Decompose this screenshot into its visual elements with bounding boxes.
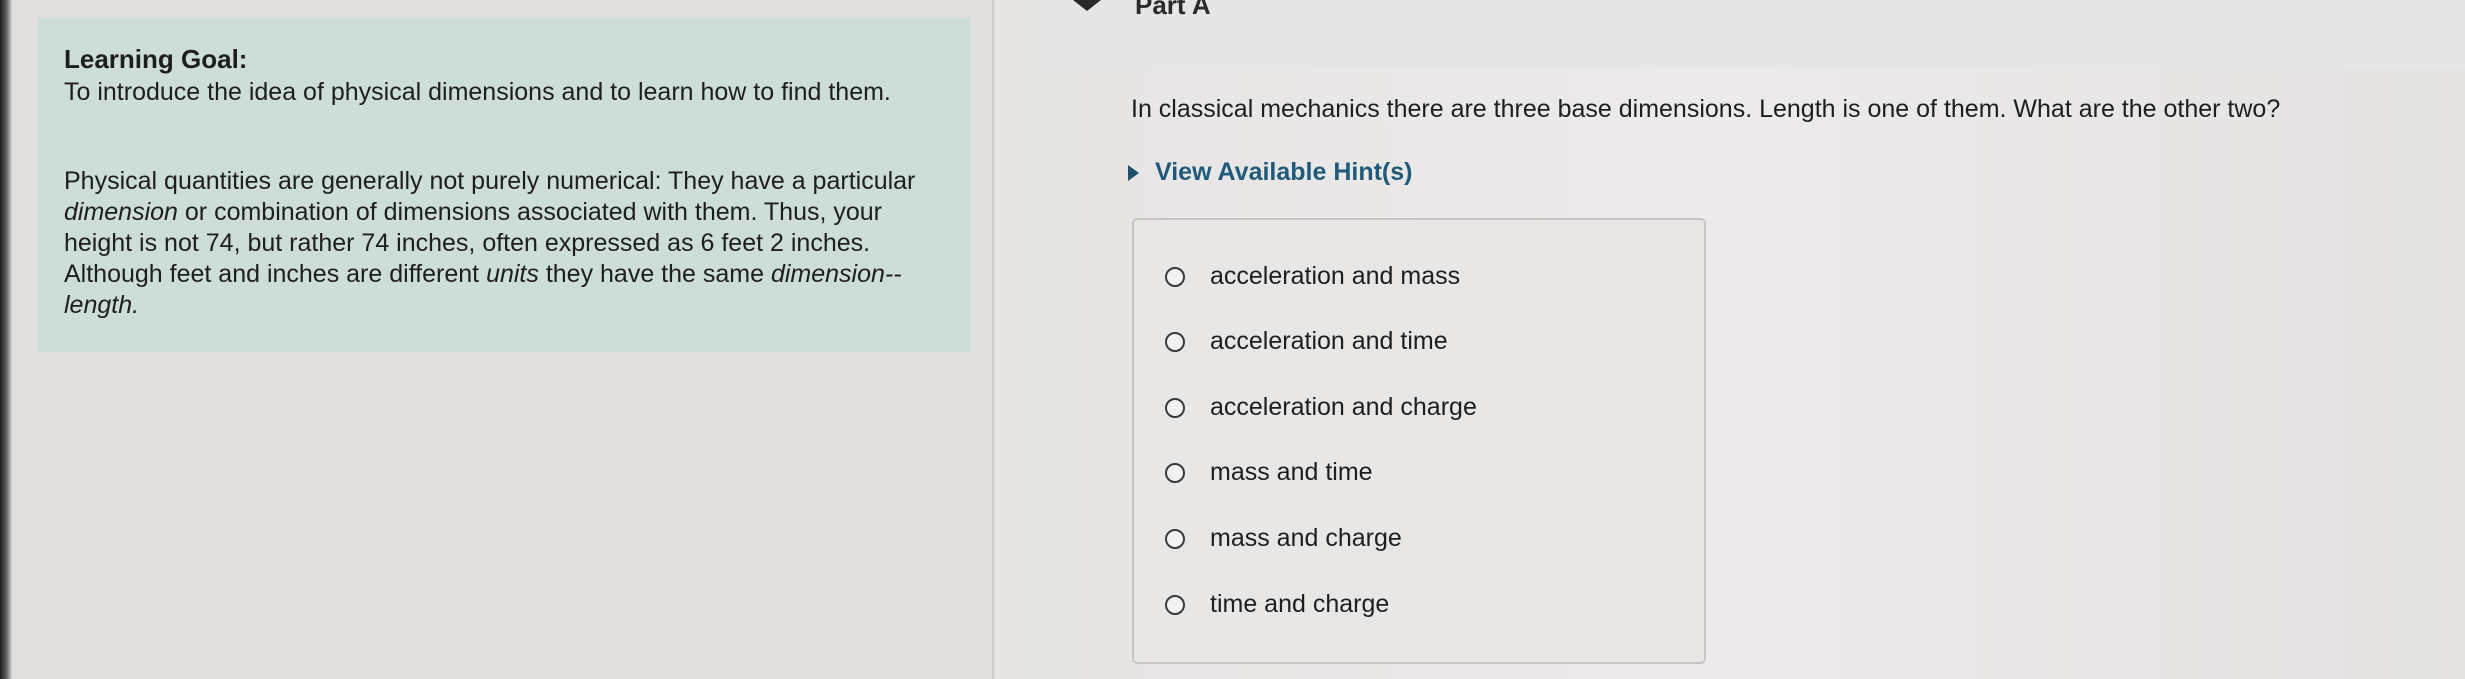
caret-right-icon (1128, 164, 1139, 181)
view-hints-toggle[interactable]: View Available Hint(s) (1128, 158, 1412, 187)
learning-goal-title: Learning Goal: (64, 44, 248, 74)
answer-choice-label[interactable]: mass and charge (1210, 524, 1402, 553)
answer-choice[interactable]: time and charge (1165, 590, 1389, 619)
body-text: they have the same (538, 260, 771, 288)
radio-icon[interactable] (1165, 266, 1185, 287)
body-emphasis-dimension: dimension (64, 198, 178, 226)
answer-choice[interactable]: mass and time (1165, 458, 1373, 487)
part-a-header[interactable] (1046, 0, 2465, 68)
column-divider (992, 0, 994, 679)
answer-choice[interactable]: acceleration and charge (1165, 393, 1477, 422)
question-text: In classical mechanics there are three b… (1131, 95, 2281, 123)
part-a-title[interactable]: Part A (1135, 0, 1211, 21)
view-hints-label[interactable]: View Available Hint(s) (1155, 158, 1412, 187)
radio-icon[interactable] (1165, 594, 1185, 615)
answer-choice[interactable]: mass and charge (1165, 524, 1402, 553)
answer-choice-label[interactable]: acceleration and charge (1210, 393, 1477, 422)
body-text: Physical quantities are generally not pu… (64, 167, 916, 195)
answer-choice-label[interactable]: acceleration and time (1210, 327, 1448, 356)
learning-goal-body: Physical quantities are generally not pu… (64, 166, 949, 321)
answer-choice-label[interactable]: time and charge (1210, 590, 1389, 619)
answer-choice-label[interactable]: acceleration and mass (1210, 262, 1460, 291)
radio-icon[interactable] (1165, 528, 1185, 549)
body-emphasis-units: units (486, 260, 539, 288)
learning-goal-intro: To introduce the idea of physical dimens… (64, 78, 891, 106)
answer-choice[interactable]: acceleration and mass (1165, 262, 1460, 291)
radio-icon[interactable] (1165, 331, 1185, 352)
radio-icon[interactable] (1165, 462, 1185, 483)
radio-icon[interactable] (1165, 397, 1185, 418)
answer-choice-label[interactable]: mass and time (1210, 458, 1373, 487)
answer-choice[interactable]: acceleration and time (1165, 327, 1448, 356)
screen-edge-shadow (0, 0, 12, 679)
chevron-down-icon[interactable] (1073, 0, 1101, 11)
